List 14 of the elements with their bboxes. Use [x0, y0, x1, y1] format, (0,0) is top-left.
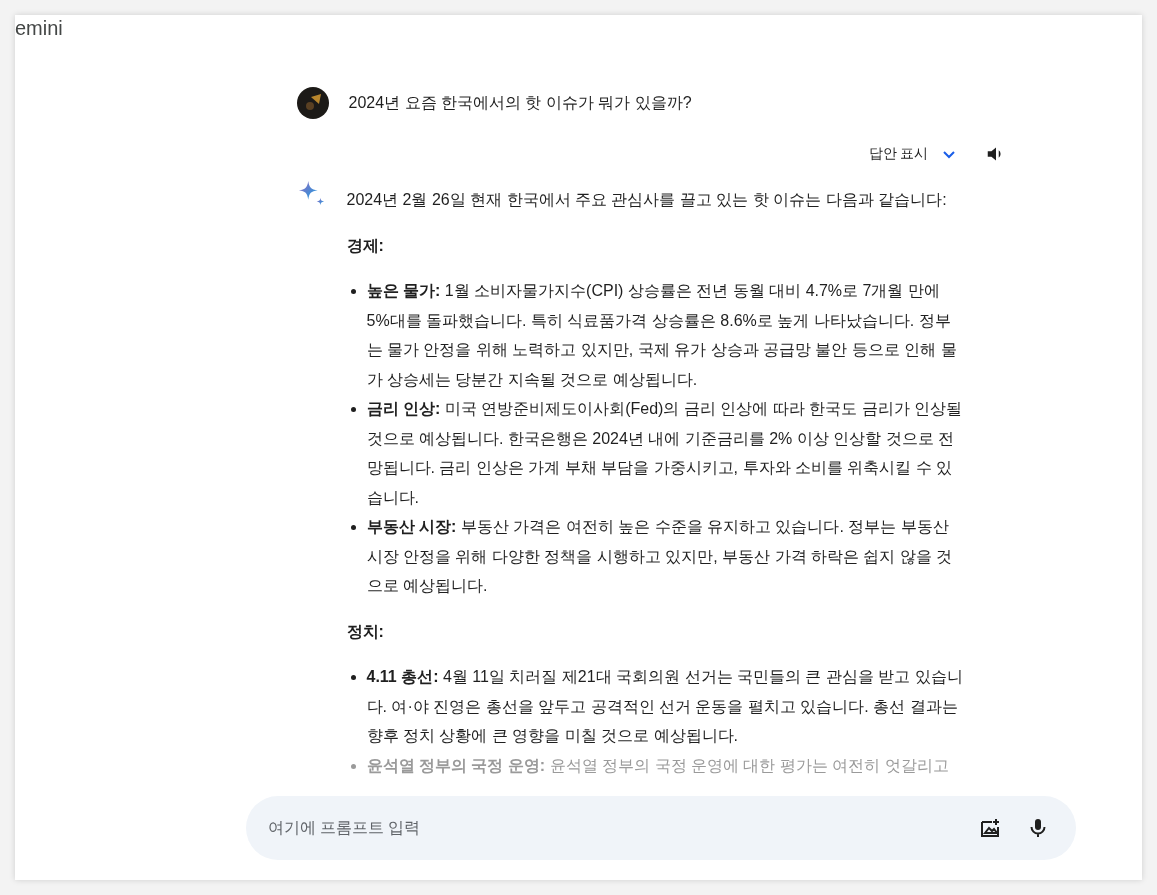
bullet-item: 부동산 시장: 부동산 가격은 여전히 높은 수준을 유지하고 있습니다. 정부는 부동산 시장 안정을 위해 다양한 정책을 시행하고 있지만, 부동산 가격 하락은 쉽지 않을 것으로 예상됩니다.: [346, 512, 967, 601]
bullet-item: 4.11 총선: 4월 11일 치러질 제21대 국회의원 선거는 국민들의 큰 관심을 받고 있습니다. 여·야 진영은 총선을 앞두고 공격적인 선거 운동을 펼치고 있습니다. 총선 결과는 향후 정치 상황에 큰 영향을 미칠 것으로 예상됩니다.: [346, 662, 967, 751]
app-title: emini: [15, 16, 64, 41]
bullet-item: 높은 물가: 1월 소비자물가지수(CPI) 상승률은 전년 동월 대비 4.7%로 7개월 만에 5%대를 돌파했습니다. 특히 식료품가격 상승률은 8.6%로 높게 나타났습니다. 정부는 물가 안정을 위해 노력하고 있지만, 국제 유가 상승과 공급망 불안 등으로 인해 물가 상승세는 당분간 지속될 것으로 예상됩니다.: [346, 276, 967, 394]
response-intro: 2024년 2월 26일 현재 한국에서 주요 관심사를 끌고 있는 핫 이슈는 다음과 같습니다:: [346, 190, 948, 210]
prompt-field[interactable]: 여기에 프롬프트 입력: [265, 818, 954, 838]
section-heading: 경제:: [346, 235, 385, 256]
bullet-item: 금리 인상: 미국 연방준비제도이사회(Fed)의 금리 인상에 따라 한국도 금리가 인상될 것으로 예상됩니다. 한국은행은 2024년 내에 기준금리를 2% 이상 인상할 것으로 전망됩니다. 금리 인상은 가계 부채 부담을 가중시키고, 투자와 소비를 위축시킬 수 있습니다.: [346, 394, 967, 512]
bullet-item: 윤석열 정부의 국정 운영: 윤석열 정부의 국정 운영에 대한 평가는 여전히 엇갈리고: [346, 750, 967, 780]
prompt-bar[interactable]: 여기에 프롬프트 입력: [245, 796, 1076, 860]
user-message: 2024년 요즘 한국에서의 핫 이슈가 뭐가 있을까?: [348, 92, 692, 113]
section-heading: 정치:: [346, 621, 385, 642]
avatar-icon: [296, 87, 329, 119]
show-drafts-button[interactable]: 답안 표시: [868, 145, 929, 163]
